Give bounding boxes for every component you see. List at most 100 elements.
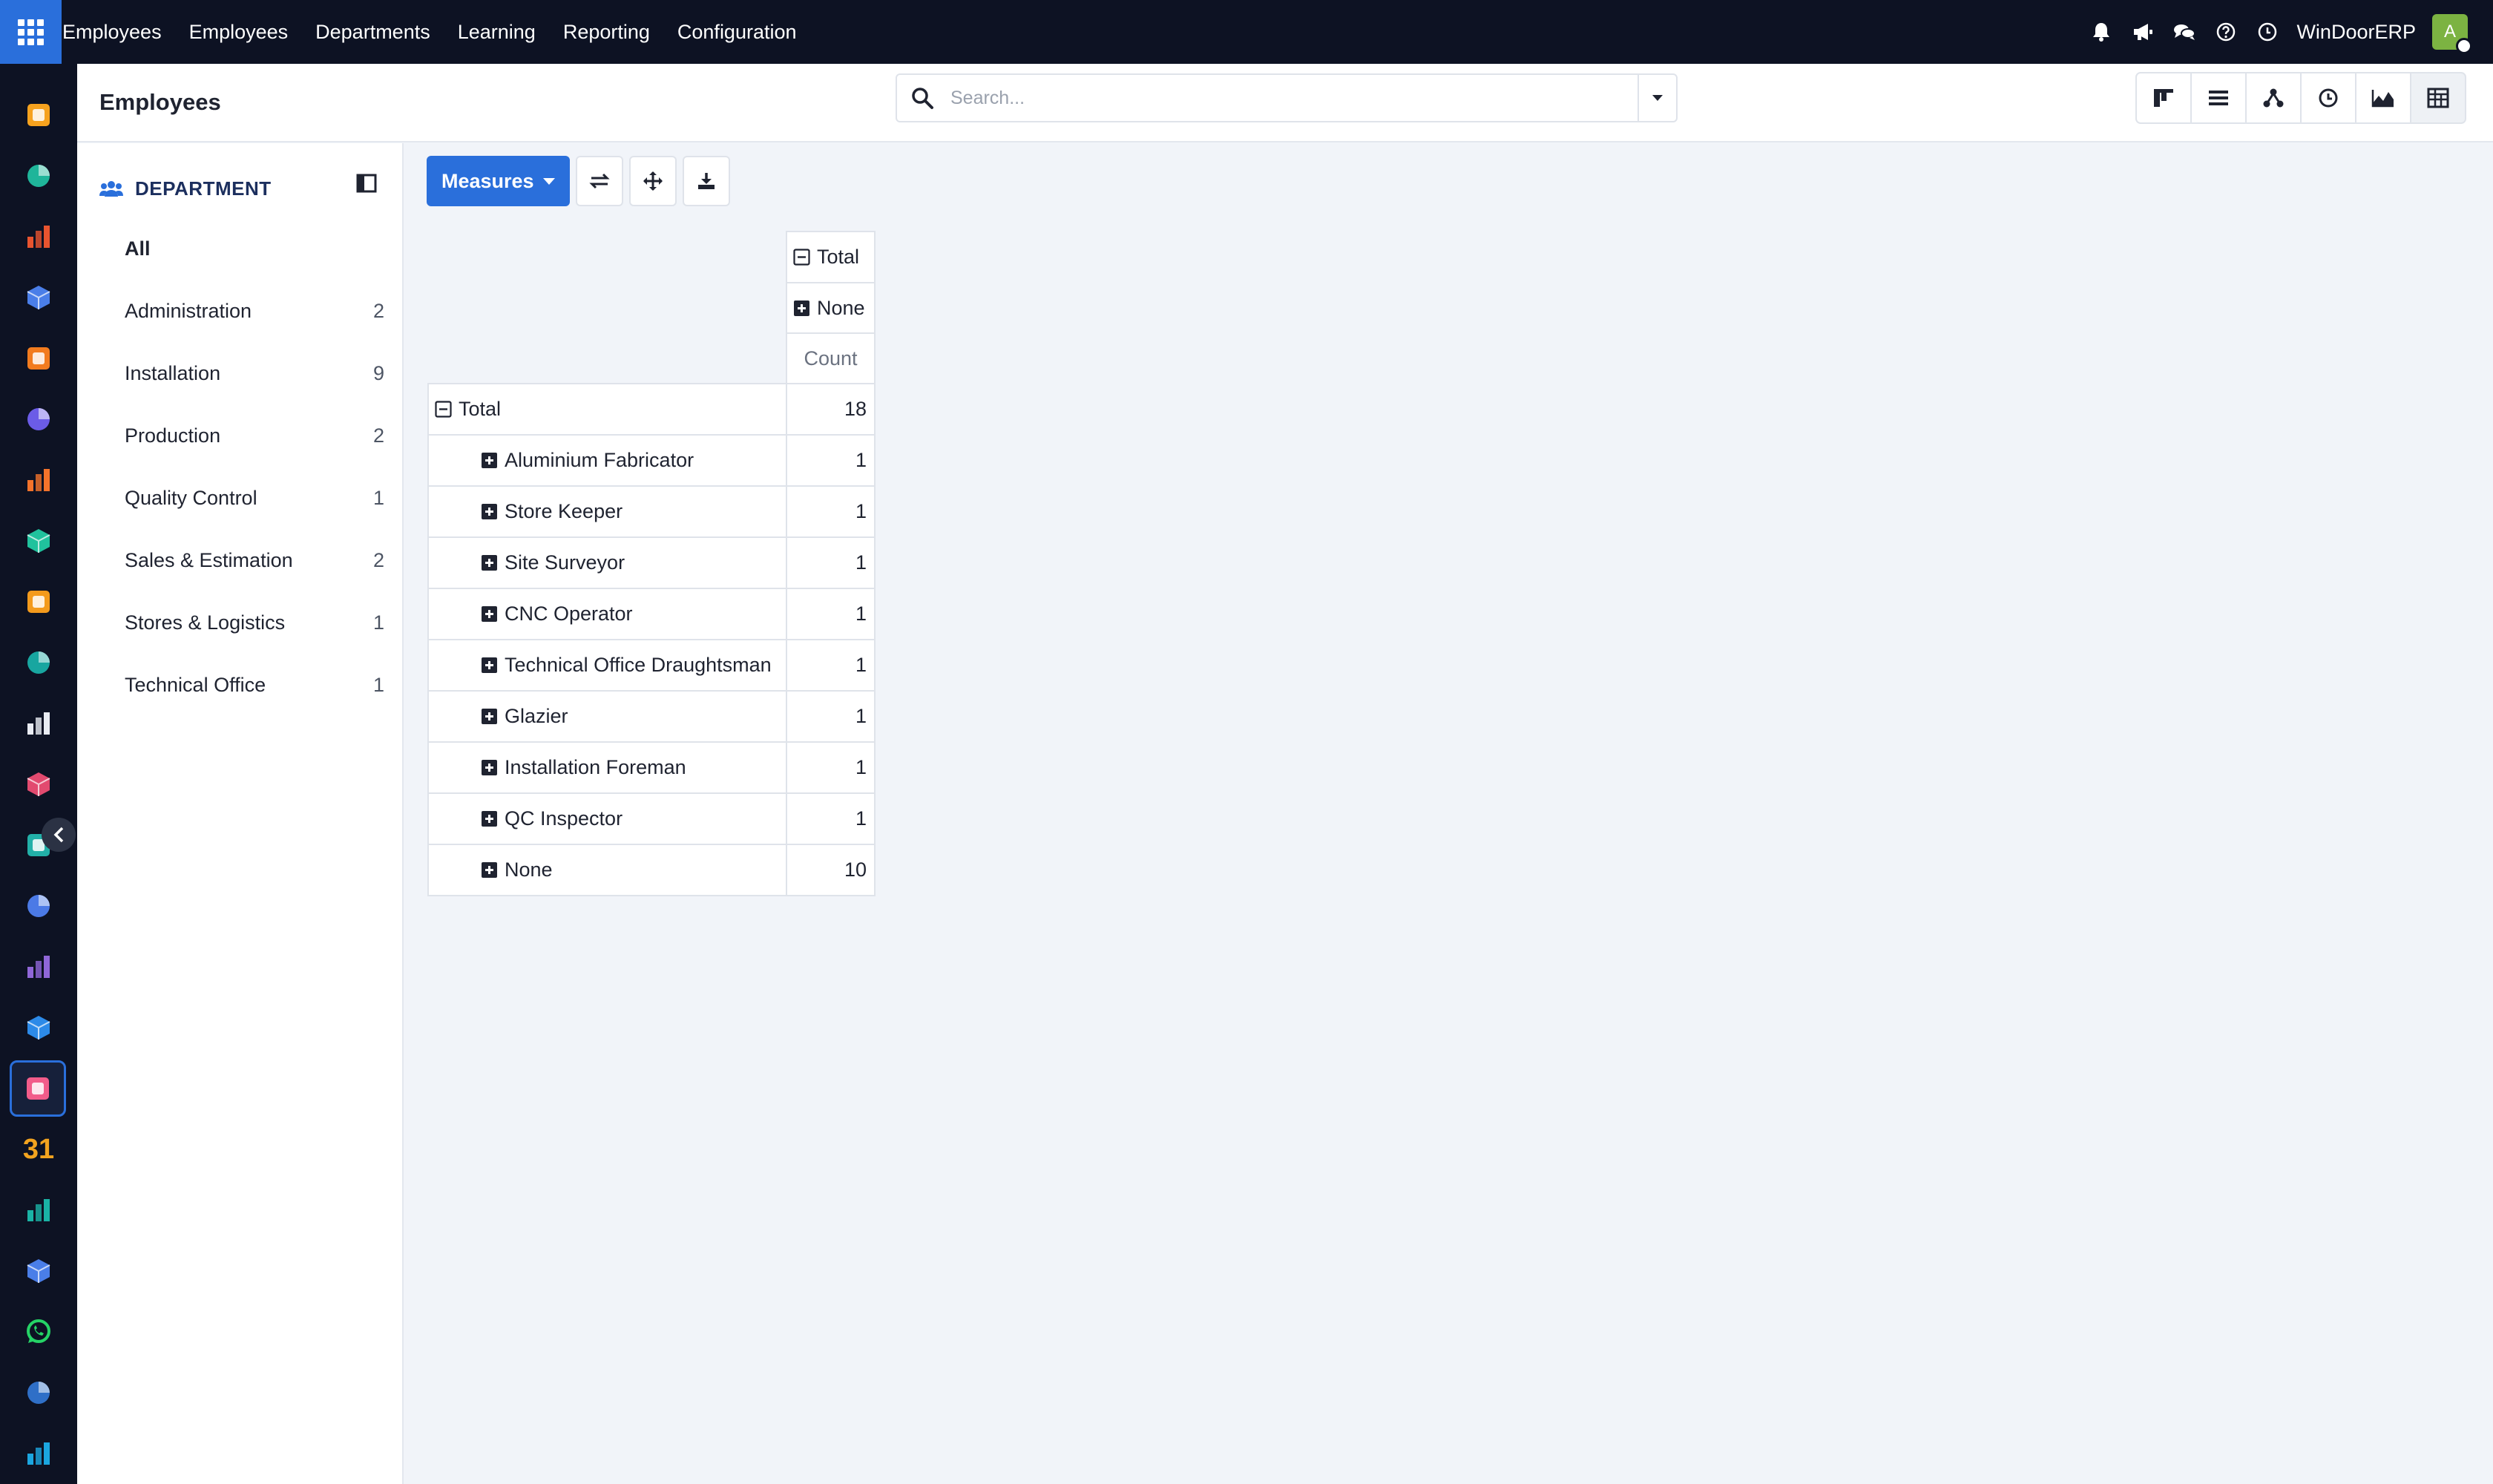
kanban-view-button[interactable] (2135, 72, 2192, 124)
department-item-sales-estimation[interactable]: Sales & Estimation 2 (125, 531, 384, 590)
expand-plus-icon (481, 657, 498, 674)
view-switcher (2135, 72, 2466, 124)
list-view-button[interactable] (2190, 72, 2247, 124)
inventory-app-icon[interactable] (20, 705, 57, 742)
expand-plus-icon (793, 300, 810, 317)
search-options-toggle[interactable] (1638, 75, 1676, 121)
row-value-none[interactable]: 10 (786, 844, 876, 896)
panel-toggle-button[interactable] (352, 168, 381, 198)
row-value-qc-inspector[interactable]: 1 (786, 792, 876, 845)
expand-plus-icon (481, 861, 498, 879)
bell-icon[interactable] (2086, 16, 2117, 47)
sales-app-icon[interactable] (20, 96, 57, 134)
department-item-administration[interactable]: Administration 2 (125, 281, 384, 341)
department-item-installation[interactable]: Installation 9 (125, 344, 384, 403)
whatsapp-app-icon[interactable] (20, 1313, 57, 1350)
website-app-icon[interactable] (20, 1435, 57, 1472)
row-value-none-text: 10 (844, 858, 867, 881)
sales2-app-icon[interactable] (20, 766, 57, 803)
col-header-none-text: None (817, 296, 865, 319)
activity-view-icon (2319, 88, 2338, 108)
col-header-none[interactable]: None (786, 282, 876, 334)
activity-view-button[interactable] (2300, 72, 2356, 124)
row-value-installation-foreman[interactable]: 1 (786, 741, 876, 794)
row-value-glazier-text: 1 (855, 705, 867, 727)
control-panel: Employees (77, 64, 2493, 142)
department-item-technical-office[interactable]: Technical Office 1 (125, 655, 384, 715)
project-app-icon[interactable] (20, 522, 57, 559)
menu-configuration[interactable]: Configuration (677, 21, 797, 44)
dashboard-app-icon[interactable] (20, 279, 57, 316)
caret-down-icon (1652, 95, 1663, 101)
chat-icon[interactable] (2169, 16, 2200, 47)
products-app-icon[interactable] (20, 948, 57, 985)
measures-dropdown-button[interactable]: Measures (427, 156, 570, 206)
invoicing-app-icon[interactable] (20, 1009, 57, 1046)
row-value-store-keeper-text: 1 (855, 500, 867, 522)
row-header-site-surveyor[interactable]: Site Surveyor (427, 536, 787, 589)
sidebar-collapse-button[interactable] (42, 818, 76, 852)
row-header-aluminium-fabricator[interactable]: Aluminium Fabricator (427, 434, 787, 487)
row-value-store-keeper[interactable]: 1 (786, 485, 876, 538)
analytics-app-icon[interactable] (20, 583, 57, 620)
row-header-store-keeper[interactable]: Store Keeper (427, 485, 787, 538)
menu-employees[interactable]: Employees (189, 21, 289, 44)
hierarchy-view-button[interactable] (2245, 72, 2302, 124)
col-header-total[interactable]: Total (786, 231, 876, 283)
pivot-view-button[interactable] (2410, 72, 2466, 124)
clock-icon[interactable] (2252, 16, 2283, 47)
graph-view-button[interactable] (2355, 72, 2411, 124)
department-item-quality-control[interactable]: Quality Control 1 (125, 468, 384, 528)
row-header-store-keeper-text: Store Keeper (505, 500, 623, 522)
row-header-qc-inspector[interactable]: QC Inspector (427, 792, 787, 845)
row-header-technical-office-draughtsman[interactable]: Technical Office Draughtsman (427, 639, 787, 692)
row-header-none[interactable]: None (427, 844, 787, 896)
row-header-cnc-operator[interactable]: CNC Operator (427, 588, 787, 640)
row-total-value[interactable]: 18 (786, 383, 876, 436)
department-item-stores-logistics[interactable]: Stores & Logistics 1 (125, 593, 384, 652)
crm-app-icon[interactable] (20, 644, 57, 681)
measure-header[interactable]: Count (786, 332, 876, 384)
menu-app-name[interactable]: Employees (62, 21, 162, 44)
search-input[interactable] (950, 82, 1603, 114)
avatar[interactable]: A (2432, 14, 2472, 54)
avatar-letter: A (2443, 22, 2456, 42)
department-item-label: Quality Control (125, 486, 257, 509)
department-panel: DEPARTMENT All Administration 2 Installat… (77, 143, 404, 1484)
menu-learning[interactable]: Learning (458, 21, 536, 44)
reporting-app-icon[interactable] (20, 218, 57, 255)
megaphone-icon[interactable] (2127, 16, 2158, 47)
company-switcher[interactable]: WinDoorERP (2296, 21, 2416, 44)
dashboards-app-icon[interactable] (20, 1252, 57, 1290)
row-header-glazier[interactable]: Glazier (427, 690, 787, 743)
menu-departments[interactable]: Departments (315, 21, 430, 44)
row-header-total[interactable]: Total (427, 383, 787, 436)
contacts-app-icon[interactable] (20, 157, 57, 194)
row-value-glazier[interactable]: 1 (786, 690, 876, 743)
timer-app-icon[interactable] (20, 1374, 57, 1411)
knowledge-app-icon[interactable] (20, 887, 57, 925)
mail-app-icon[interactable] (20, 401, 57, 438)
row-value-aluminium-fabricator[interactable]: 1 (786, 434, 876, 487)
livechat-app-icon[interactable] (20, 462, 57, 499)
calendar-app-icon[interactable]: 31 (20, 1131, 57, 1168)
help-icon[interactable] (2210, 16, 2241, 47)
menu-reporting[interactable]: Reporting (563, 21, 650, 44)
discuss-app-icon[interactable] (20, 340, 57, 377)
app-menu-button[interactable] (0, 0, 62, 64)
flip-axis-button[interactable] (575, 156, 623, 206)
row-value-site-surveyor[interactable]: 1 (786, 536, 876, 589)
department-item-production[interactable]: Production 2 (125, 406, 384, 465)
grid-icon (18, 19, 44, 45)
expand-all-button[interactable] (628, 156, 677, 206)
sign-app-icon[interactable] (20, 1192, 57, 1229)
row-header-installation-foreman[interactable]: Installation Foreman (427, 741, 787, 794)
row-value-technical-office-draughtsman[interactable]: 1 (786, 639, 876, 692)
measure-header-text: Count (804, 347, 858, 370)
download-xlsx-button[interactable] (682, 156, 730, 206)
row-value-cnc-operator[interactable]: 1 (786, 588, 876, 640)
department-header-label: DEPARTMENT (135, 177, 272, 200)
department-item-all[interactable]: All (125, 219, 384, 278)
row-header-none-text: None (505, 858, 553, 881)
employees-app-icon[interactable] (10, 1060, 66, 1117)
